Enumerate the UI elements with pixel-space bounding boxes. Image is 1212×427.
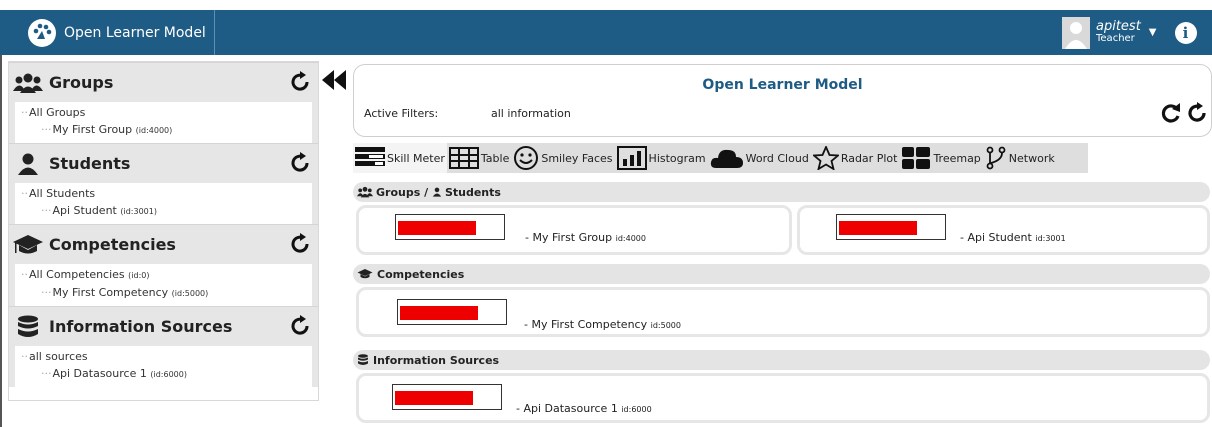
filter-sidebar: Groups All Groups My First Group (id:400… [8, 61, 319, 401]
sources-tree: all sources Api Datasource 1 (id:6000) [9, 346, 318, 387]
skill-meter [395, 214, 505, 240]
groups-title: Groups [49, 73, 114, 92]
collapse-sidebar-icon[interactable] [322, 70, 346, 90]
refresh-all-icon[interactable] [1185, 101, 1209, 125]
skill-meter-icon [355, 147, 385, 166]
dashboard-gauge-icon [28, 18, 56, 47]
meter-label: - My First Competency id:5000 [524, 318, 681, 331]
tab-network[interactable]: Network [983, 143, 1057, 173]
user-name: apitest [1096, 19, 1141, 34]
information-sources-header: Information Sources [353, 350, 1210, 370]
table-icon [448, 147, 479, 169]
users-small-icon [357, 186, 373, 198]
tab-smiley-faces[interactable]: Smiley Faces [511, 143, 614, 173]
main-title: Open Learner Model [702, 77, 863, 93]
tree-item-all-students[interactable]: All Students [21, 185, 312, 202]
smiley-icon [514, 146, 539, 170]
tree-item-source[interactable]: Api Datasource 1 (id:6000) [21, 365, 312, 383]
skill-meter-fill [400, 306, 478, 320]
redo-icon[interactable] [1159, 101, 1183, 125]
tree-item-all-groups[interactable]: All Groups [21, 104, 312, 121]
cloud-icon [710, 149, 743, 168]
app-title: Open Learner Model [64, 24, 206, 41]
groups-students-header: Groups / Students [353, 182, 1210, 202]
skill-meter-fill [839, 221, 917, 235]
tree-item-group[interactable]: My First Group (id:4000) [21, 121, 312, 139]
tab-treemap[interactable]: Treemap [899, 143, 982, 173]
user-menu[interactable]: apitest Teacher ▼ i [1062, 10, 1212, 55]
brand-link[interactable]: Open Learner Model [0, 10, 215, 55]
competencies-tree: All Competencies (id:0) My First Compete… [9, 264, 318, 306]
sources-title: Information Sources [49, 317, 233, 336]
active-filters-value: all information [491, 107, 571, 120]
active-filters-label: Active Filters: [364, 107, 439, 120]
treemap-icon [902, 147, 931, 169]
sources-section-header[interactable]: Information Sources [9, 306, 318, 346]
students-section-header[interactable]: Students [9, 143, 318, 183]
database-icon [13, 314, 43, 340]
filter-actions [1159, 101, 1209, 125]
network-branch-icon [986, 146, 1006, 170]
user-small-icon [432, 187, 442, 197]
tree-item-all-sources[interactable]: all sources [21, 348, 312, 365]
skill-meter-card[interactable]: - Api Student id:3001 [797, 205, 1210, 255]
user-role: Teacher [1096, 33, 1135, 44]
user-icon [13, 151, 43, 177]
skill-meter [397, 299, 507, 325]
info-icon[interactable]: i [1174, 21, 1197, 44]
tab-histogram[interactable]: Histogram [615, 143, 708, 173]
students-tree: All Students Api Student (id:3001) [9, 183, 318, 224]
meter-label: - Api Student id:3001 [960, 231, 1066, 244]
active-filters-panel: Open Learner Model Active Filters: all i… [353, 64, 1212, 137]
database-small-icon [358, 354, 368, 365]
skill-meter-fill [395, 391, 473, 405]
skill-meter-card[interactable]: - My First Group id:4000 [356, 205, 792, 255]
graduation-cap-icon [13, 232, 43, 258]
graduation-cap-small-icon [357, 269, 373, 279]
tab-skill-meter[interactable]: Skill Meter [353, 143, 447, 173]
user-avatar-icon [1062, 16, 1090, 49]
tab-table[interactable]: Table [447, 143, 511, 173]
skill-meter [836, 214, 946, 240]
window-left-edge [0, 55, 2, 427]
tab-radar-plot[interactable]: Radar Plot [811, 143, 900, 173]
star-icon [812, 146, 839, 170]
tab-word-cloud[interactable]: Word Cloud [708, 143, 811, 173]
students-title: Students [49, 154, 131, 173]
tree-item-student[interactable]: Api Student (id:3001) [21, 202, 312, 220]
top-navbar: Open Learner Model apitest Teacher ▼ i [0, 10, 1212, 55]
groups-section-header[interactable]: Groups [9, 62, 318, 102]
refresh-groups-icon[interactable] [288, 70, 312, 94]
refresh-sources-icon[interactable] [288, 314, 312, 338]
groups-tree: All Groups My First Group (id:4000) [9, 102, 318, 143]
tree-item-all-competencies[interactable]: All Competencies (id:0) [21, 266, 312, 284]
users-icon [13, 70, 43, 96]
meter-label: - Api Datasource 1 id:6000 [516, 402, 652, 415]
visualization-tabs: Skill Meter Table Smiley Faces Histogram [353, 143, 1088, 173]
tree-item-competency[interactable]: My First Competency (id:5000) [21, 284, 312, 302]
skill-meter-card[interactable]: - My First Competency id:5000 [356, 287, 1210, 337]
histogram-icon [616, 146, 647, 170]
skill-meter-fill [398, 221, 476, 235]
refresh-students-icon[interactable] [288, 151, 312, 175]
competencies-header: Competencies [353, 264, 1210, 284]
refresh-competencies-icon[interactable] [288, 232, 312, 256]
competencies-section-header[interactable]: Competencies [9, 224, 318, 264]
meter-label: - My First Group id:4000 [525, 231, 646, 244]
skill-meter-card[interactable]: - Api Datasource 1 id:6000 [356, 373, 1210, 423]
caret-down-icon[interactable]: ▼ [1149, 27, 1157, 38]
skill-meter [392, 384, 502, 410]
competencies-title: Competencies [49, 235, 176, 254]
